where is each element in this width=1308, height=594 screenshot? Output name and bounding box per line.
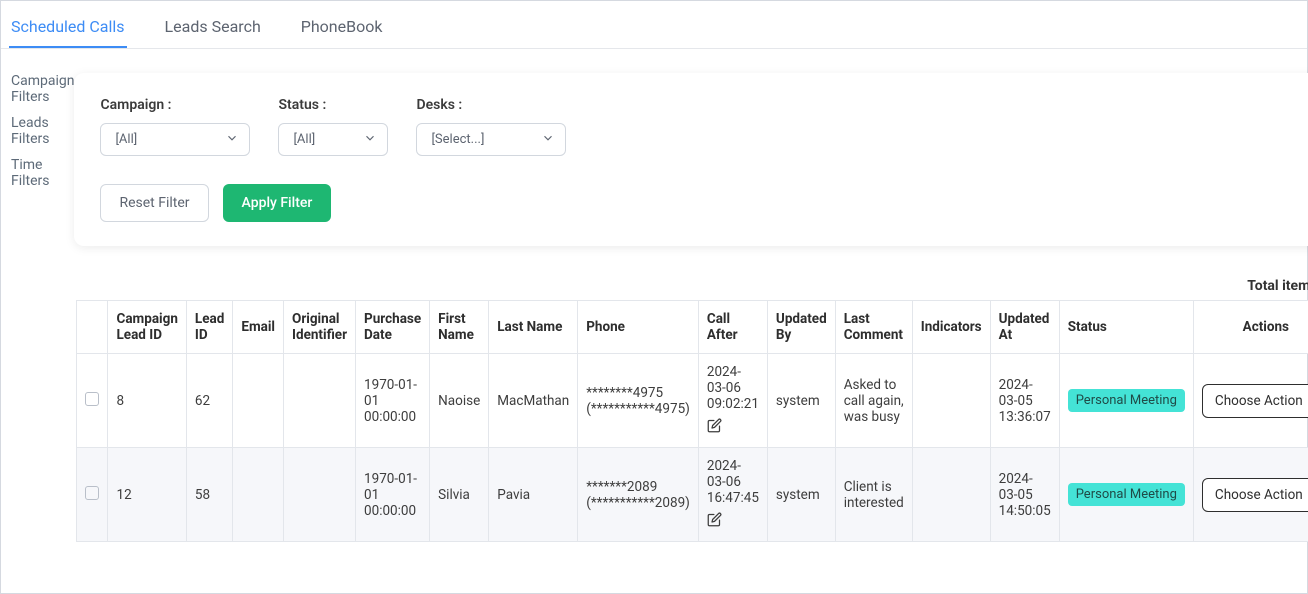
col-checkbox	[77, 301, 108, 354]
table-row: 862 1970-01-01 00:00:00NaoiseMacMathan***…	[77, 354, 1308, 448]
tab-bar: Scheduled Calls Leads Search PhoneBook	[1, 1, 1307, 49]
cell-updated-by: system	[767, 448, 835, 542]
choose-action-button[interactable]: Choose Action	[1202, 384, 1308, 418]
chevron-down-icon	[225, 131, 239, 149]
row-checkbox[interactable]	[85, 486, 99, 500]
col-last-name: Last Name	[489, 301, 578, 354]
col-status: Status	[1059, 301, 1193, 354]
cell-phone: ********4975 (***********4975)	[578, 354, 699, 448]
cell-campaign-lead-id: 8	[108, 354, 186, 448]
sidebar-item-campaign-filters[interactable]: Campaign Filters	[11, 73, 74, 105]
total-items-line: Total items: 2	[74, 274, 1308, 300]
desks-select[interactable]: [Select...]	[416, 123, 566, 156]
tab-phonebook[interactable]: PhoneBook	[299, 11, 385, 48]
cell-updated-at: 2024-03-05 14:50:05	[990, 448, 1059, 542]
cell-first-name: Naoise	[430, 354, 489, 448]
col-updated-at: Updated At	[990, 301, 1059, 354]
campaign-select-value: [All]	[115, 132, 137, 147]
sidebar-item-time-filters[interactable]: Time Filters	[11, 157, 74, 189]
col-purchase-date: Purchase Date	[356, 301, 430, 354]
tab-leads-search[interactable]: Leads Search	[163, 11, 263, 48]
col-call-after: Call After	[698, 301, 767, 354]
cell-lead-id: 62	[186, 354, 232, 448]
cell-original-identifier	[284, 354, 356, 448]
status-badge: Personal Meeting	[1068, 483, 1185, 506]
col-first-name: First Name	[430, 301, 489, 354]
status-select-value: [All]	[293, 132, 315, 147]
row-checkbox[interactable]	[85, 392, 99, 406]
col-actions: Actions	[1193, 301, 1308, 354]
cell-last-comment: Client is interested	[835, 448, 912, 542]
col-lead-id: Lead ID	[186, 301, 232, 354]
cell-email	[233, 448, 284, 542]
campaign-filter-label: Campaign :	[100, 97, 250, 113]
apply-filter-button[interactable]: Apply Filter	[223, 184, 332, 222]
col-indicators: Indicators	[912, 301, 990, 354]
col-campaign-lead-id: Campaign Lead ID	[108, 301, 186, 354]
status-badge: Personal Meeting	[1068, 389, 1185, 412]
cell-status: Personal Meeting	[1059, 448, 1193, 542]
col-email: Email	[233, 301, 284, 354]
cell-status: Personal Meeting	[1059, 354, 1193, 448]
edit-icon[interactable]	[707, 418, 759, 437]
chevron-down-icon	[363, 131, 377, 149]
col-last-comment: Last Comment	[835, 301, 912, 354]
cell-indicators	[912, 354, 990, 448]
edit-icon[interactable]	[707, 512, 759, 531]
cell-purchase-date: 1970-01-01 00:00:00	[356, 448, 430, 542]
chevron-down-icon	[541, 131, 555, 149]
filter-sidebar: Campaign Filters Leads Filters Time Filt…	[1, 73, 74, 542]
cell-last-name: Pavia	[489, 448, 578, 542]
cell-purchase-date: 1970-01-01 00:00:00	[356, 354, 430, 448]
cell-original-identifier	[284, 448, 356, 542]
campaign-select[interactable]: [All]	[100, 123, 250, 156]
cell-last-name: MacMathan	[489, 354, 578, 448]
status-select[interactable]: [All]	[278, 123, 388, 156]
reset-filter-button[interactable]: Reset Filter	[100, 184, 208, 222]
col-original-identifier: Original Identifier	[284, 301, 356, 354]
col-phone: Phone	[578, 301, 699, 354]
cell-campaign-lead-id: 12	[108, 448, 186, 542]
tab-scheduled-calls[interactable]: Scheduled Calls	[9, 11, 127, 48]
choose-action-button[interactable]: Choose Action	[1202, 478, 1308, 512]
cell-last-comment: Asked to call again, was busy	[835, 354, 912, 448]
cell-phone: *******2089 (***********2089)	[578, 448, 699, 542]
cell-updated-at: 2024-03-05 13:36:07	[990, 354, 1059, 448]
cell-lead-id: 58	[186, 448, 232, 542]
cell-call-after: 2024-03-06 09:02:21	[698, 354, 767, 448]
cell-email	[233, 354, 284, 448]
desks-filter-label: Desks :	[416, 97, 566, 113]
cell-call-after: 2024-03-06 16:47:45	[698, 448, 767, 542]
cell-first-name: Silvia	[430, 448, 489, 542]
table-row: 1258 1970-01-01 00:00:00SilviaPavia******…	[77, 448, 1308, 542]
filter-card: Campaign : [All] Status : [All] Desks :	[74, 73, 1308, 246]
cell-updated-by: system	[767, 354, 835, 448]
total-items-label: Total items:	[1247, 278, 1308, 294]
status-filter-label: Status :	[278, 97, 388, 113]
scheduled-calls-table: Campaign Lead ID Lead ID Email Original …	[76, 300, 1308, 542]
sidebar-item-leads-filters[interactable]: Leads Filters	[11, 115, 74, 147]
cell-indicators	[912, 448, 990, 542]
col-updated-by: Updated By	[767, 301, 835, 354]
desks-select-value: [Select...]	[431, 132, 484, 147]
